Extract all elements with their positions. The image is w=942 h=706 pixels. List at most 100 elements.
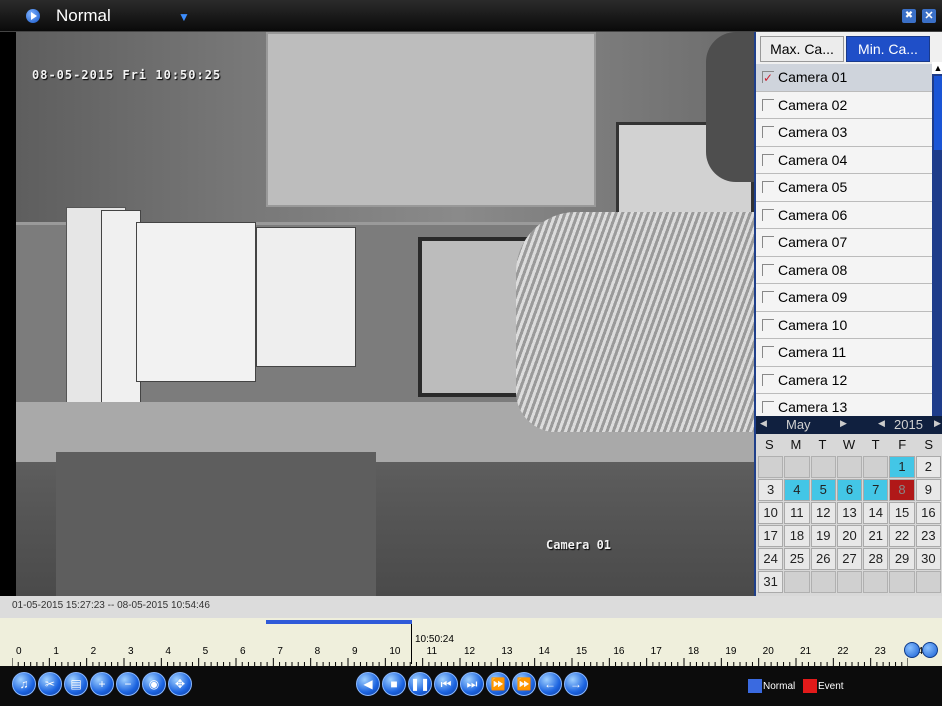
- calendar-day[interactable]: 1: [889, 456, 915, 478]
- calendar-day[interactable]: 25: [784, 548, 810, 570]
- calendar-day[interactable]: 3: [758, 479, 784, 501]
- camera-row[interactable]: Camera 08: [756, 256, 932, 284]
- camera-checkbox[interactable]: [762, 98, 774, 111]
- file-icon[interactable]: ▤: [64, 672, 88, 696]
- camera-row[interactable]: Camera 04: [756, 146, 932, 174]
- calendar-day[interactable]: 9: [915, 479, 941, 501]
- camera-row[interactable]: Camera 10: [756, 311, 932, 339]
- zoom-out-icon[interactable]: −: [116, 672, 140, 696]
- calendar-empty-cell: [836, 456, 863, 478]
- camera-row[interactable]: Camera 03: [756, 119, 932, 147]
- timeline-scroll-right-icon[interactable]: [922, 642, 938, 658]
- calendar-day[interactable]: 4: [784, 479, 810, 501]
- calendar-empty-cell: [810, 456, 836, 478]
- calendar-day[interactable]: 12: [810, 502, 836, 524]
- calendar-day[interactable]: 6: [836, 479, 863, 501]
- smart-search-icon[interactable]: ◉: [142, 672, 166, 696]
- calendar-day[interactable]: 15: [889, 502, 915, 524]
- camera-checkbox[interactable]: [762, 126, 774, 138]
- camera-checkbox[interactable]: [762, 153, 774, 166]
- camera-row[interactable]: Camera 06: [756, 201, 932, 229]
- timeline-hour-label: 18: [688, 646, 700, 657]
- calendar-day[interactable]: 11: [784, 502, 810, 524]
- calendar-day[interactable]: 21: [863, 525, 889, 547]
- camera-checkbox[interactable]: [762, 346, 774, 358]
- calendar-day[interactable]: 7: [863, 479, 889, 501]
- camera-row[interactable]: Camera 02: [756, 91, 932, 119]
- fast-forward-icon[interactable]: ⏩: [512, 672, 536, 696]
- timeline-scroll-left-icon[interactable]: [904, 642, 920, 658]
- pause-icon[interactable]: ❚❚: [408, 672, 432, 696]
- tab-min-camera[interactable]: Min. Ca...: [846, 36, 930, 62]
- scroll-thumb[interactable]: [934, 76, 942, 150]
- scroll-up-icon[interactable]: ▲: [932, 62, 942, 74]
- playback-mode-label[interactable]: Normal: [56, 6, 111, 26]
- camera-row[interactable]: Camera 12: [756, 366, 932, 394]
- calendar-day[interactable]: 5: [810, 479, 836, 501]
- calendar-day[interactable]: 31: [758, 571, 784, 593]
- calendar-day[interactable]: 2: [915, 456, 941, 478]
- calendar-day[interactable]: 16: [915, 502, 941, 524]
- pan-icon[interactable]: ✥: [168, 672, 192, 696]
- poster-type-while-you-talk: [136, 222, 256, 382]
- calendar-day[interactable]: 26: [810, 548, 836, 570]
- video-view[interactable]: 08-05-2015 Fri 10:50:25 Camera 01: [16, 32, 754, 596]
- camera-row[interactable]: Camera 07: [756, 229, 932, 257]
- camera-row[interactable]: Camera 05: [756, 174, 932, 202]
- calendar-day[interactable]: 20: [836, 525, 863, 547]
- calendar-day[interactable]: 24: [758, 548, 784, 570]
- calendar-day[interactable]: 14: [863, 502, 889, 524]
- calendar-week: 17 18 19 20 21 22 23: [758, 525, 942, 547]
- calendar-day[interactable]: 19: [810, 525, 836, 547]
- clip-icon[interactable]: ✂: [38, 672, 62, 696]
- previous-month-icon[interactable]: ◀: [760, 418, 767, 429]
- tab-max-camera[interactable]: Max. Ca...: [760, 36, 844, 62]
- zoom-in-icon[interactable]: +: [90, 672, 114, 696]
- timeline-hour-label: 3: [128, 646, 134, 657]
- timeline[interactable]: 10:50:24 0 1 2 3 4 5 6 7 8 9 10 11 12 13 14 15 16 17 18 19 2…: [0, 618, 942, 666]
- camera-row[interactable]: ✓ Camera 01: [756, 64, 932, 92]
- maximize-icon[interactable]: ✖: [902, 9, 916, 23]
- calendar-day[interactable]: 30: [915, 548, 941, 570]
- camera-checkbox[interactable]: [762, 236, 774, 248]
- play-mode-icon: [26, 9, 40, 23]
- calendar-day[interactable]: 13: [836, 502, 863, 524]
- rewind-30s-icon[interactable]: ←: [538, 672, 562, 696]
- calendar-day[interactable]: 17: [758, 525, 784, 547]
- camera-checkbox[interactable]: [762, 208, 774, 221]
- person-arm: [516, 212, 754, 432]
- next-day-icon[interactable]: ⏭: [460, 672, 484, 696]
- camera-checkbox[interactable]: [762, 318, 774, 331]
- camera-checkbox[interactable]: [762, 373, 774, 386]
- calendar-day[interactable]: 29: [889, 548, 915, 570]
- close-icon[interactable]: ✕: [922, 9, 936, 23]
- camera-checkbox[interactable]: ✓: [762, 71, 774, 84]
- next-year-icon[interactable]: ▶: [934, 418, 941, 429]
- chevron-down-icon[interactable]: ▼: [178, 10, 190, 24]
- calendar-day[interactable]: 18: [784, 525, 810, 547]
- calendar-empty-cell: [863, 456, 889, 478]
- calendar-day[interactable]: 10: [758, 502, 784, 524]
- previous-day-icon[interactable]: ⏮: [434, 672, 458, 696]
- camera-checkbox[interactable]: [762, 263, 774, 276]
- camera-label: Camera 13: [778, 399, 848, 415]
- stop-icon[interactable]: ■: [382, 672, 406, 696]
- calendar-day[interactable]: 8: [889, 479, 915, 501]
- camera-checkbox[interactable]: [762, 401, 774, 413]
- previous-year-icon[interactable]: ◀: [878, 418, 885, 429]
- camera-row[interactable]: Camera 09: [756, 284, 932, 312]
- forward-30s-icon[interactable]: →: [564, 672, 588, 696]
- calendar-day[interactable]: 27: [836, 548, 863, 570]
- slow-forward-icon[interactable]: ⏩: [486, 672, 510, 696]
- calendar-day[interactable]: 28: [863, 548, 889, 570]
- calendar-day[interactable]: 23: [915, 525, 941, 547]
- reverse-play-icon[interactable]: ◀: [356, 672, 380, 696]
- osd-camera-name: Camera 01: [546, 538, 612, 552]
- audio-icon[interactable]: ♫: [12, 672, 36, 696]
- camera-checkbox[interactable]: [762, 181, 774, 193]
- calendar-day[interactable]: 22: [889, 525, 915, 547]
- camera-list-scrollbar[interactable]: ▲ ▼: [932, 62, 942, 442]
- camera-checkbox[interactable]: [762, 291, 774, 303]
- camera-row[interactable]: Camera 11: [756, 339, 932, 367]
- next-month-icon[interactable]: ▶: [840, 418, 847, 429]
